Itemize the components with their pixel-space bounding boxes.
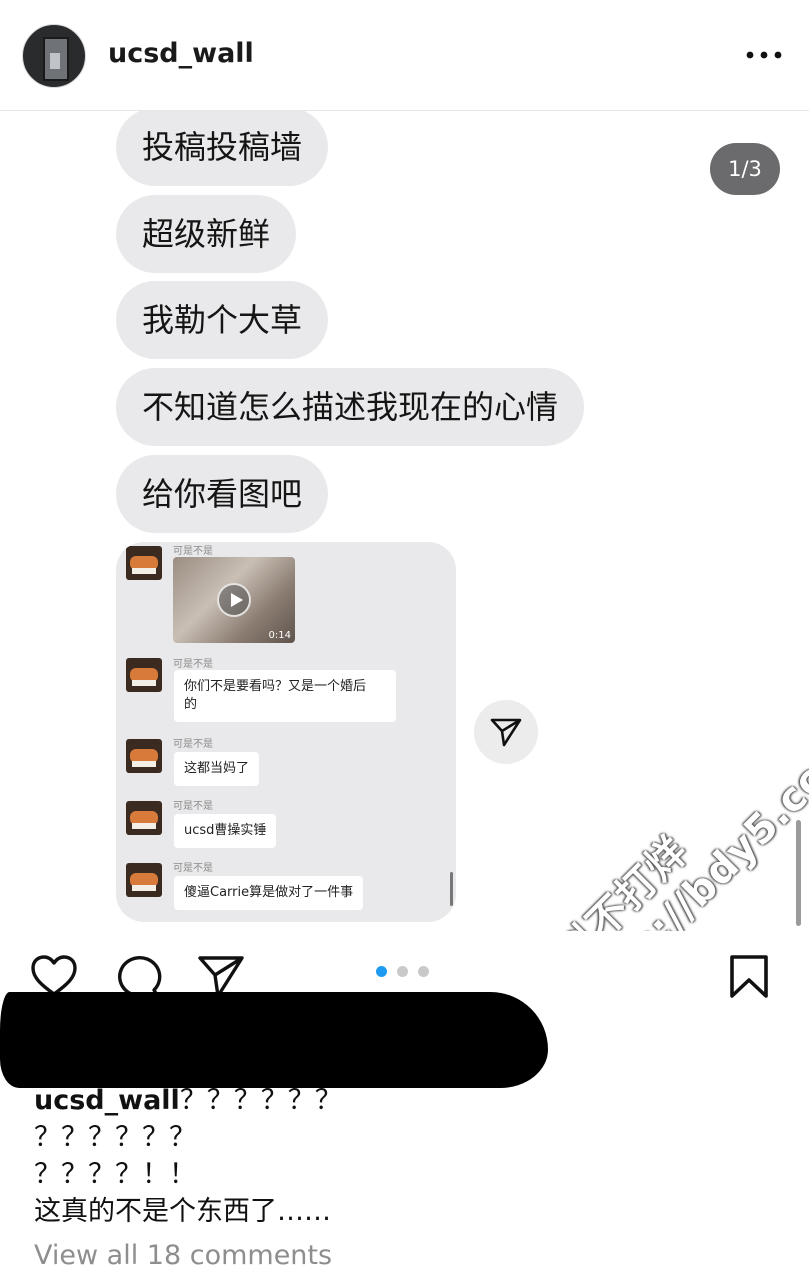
send-icon xyxy=(490,718,522,747)
chat-message: 傻逼Carrie算是做对了一件事 xyxy=(174,876,364,910)
chat-bubble: 我勒个大草 xyxy=(116,281,329,359)
caption-text: ？？？？？？ xyxy=(34,1122,196,1153)
watermark: 黑料不打烊 https://bdy5.co xyxy=(520,721,809,931)
caption-text: 这真的不是个东西了…… xyxy=(34,1196,331,1227)
sender-name: 可是不是 xyxy=(173,801,213,812)
video-thumbnail[interactable]: 0:14 xyxy=(173,557,295,643)
sender-name: 可是不是 xyxy=(173,546,213,557)
share-overlay-button[interactable] xyxy=(474,700,538,764)
carousel-counter: 1/3 xyxy=(710,143,780,195)
chat-message: ucsd曹操实锤 xyxy=(174,814,277,848)
chat-bubble: 不知道怎么描述我现在的心情 xyxy=(116,368,585,446)
caption-username[interactable]: ucsd_wall xyxy=(34,1085,180,1116)
sender-name: 可是不是 xyxy=(173,739,213,750)
embedded-scrollbar xyxy=(450,872,453,906)
chat-message: 这都当妈了 xyxy=(174,752,260,786)
play-icon[interactable] xyxy=(217,583,251,617)
sender-name: 可是不是 xyxy=(173,863,213,874)
save-button[interactable] xyxy=(728,954,770,1004)
username-link[interactable]: ucsd_wall xyxy=(108,38,254,69)
chat-message: 你们不是要看吗？又是一个婚后 的 xyxy=(174,670,396,722)
more-options-icon[interactable] xyxy=(744,40,784,70)
chat-bubble: 超级新鲜 xyxy=(116,195,297,273)
caption-text: ？？？？？？ xyxy=(179,1085,342,1116)
page-scrollbar[interactable] xyxy=(796,820,801,926)
chat-message-line: 你们不是要看吗？又是一个婚后 xyxy=(184,679,367,694)
embedded-chat-screenshot: 可是不是 0:14 可是不是 你们不是要看吗？又是一个婚后 的 可是不是 这都当… xyxy=(116,542,456,922)
chat-bubble: 给你看图吧 xyxy=(116,455,329,533)
video-duration: 0:14 xyxy=(268,630,291,641)
sender-avatar xyxy=(126,658,162,692)
sender-avatar xyxy=(126,863,162,897)
redaction-mark xyxy=(0,992,548,1088)
sender-avatar xyxy=(126,801,162,835)
chat-message-line: 的 xyxy=(184,697,198,712)
post-header: ucsd_wall xyxy=(0,0,809,111)
carousel-dot-active xyxy=(376,966,387,977)
view-comments-link[interactable]: View all 18 comments xyxy=(34,1240,332,1271)
sender-avatar xyxy=(126,546,162,580)
caption-text: ？？？？！！ xyxy=(34,1159,196,1190)
carousel-dot xyxy=(418,966,429,977)
post-image[interactable]: 投稿投稿墙 超级新鲜 我勒个大草 不知道怎么描述我现在的心情 给你看图吧 1/3… xyxy=(0,111,809,931)
profile-avatar[interactable] xyxy=(22,24,86,88)
sender-name: 可是不是 xyxy=(173,659,213,670)
chat-bubble: 投稿投稿墙 xyxy=(116,111,329,186)
sender-avatar xyxy=(126,739,162,773)
bookmark-icon xyxy=(730,955,768,998)
post-caption: ucsd_wall？？？？？？ ？？？？？？ ？？？？！！ 这真的不是个东西了…… xyxy=(34,1082,794,1230)
carousel-dot xyxy=(397,966,408,977)
avatar-door-image xyxy=(43,37,69,81)
